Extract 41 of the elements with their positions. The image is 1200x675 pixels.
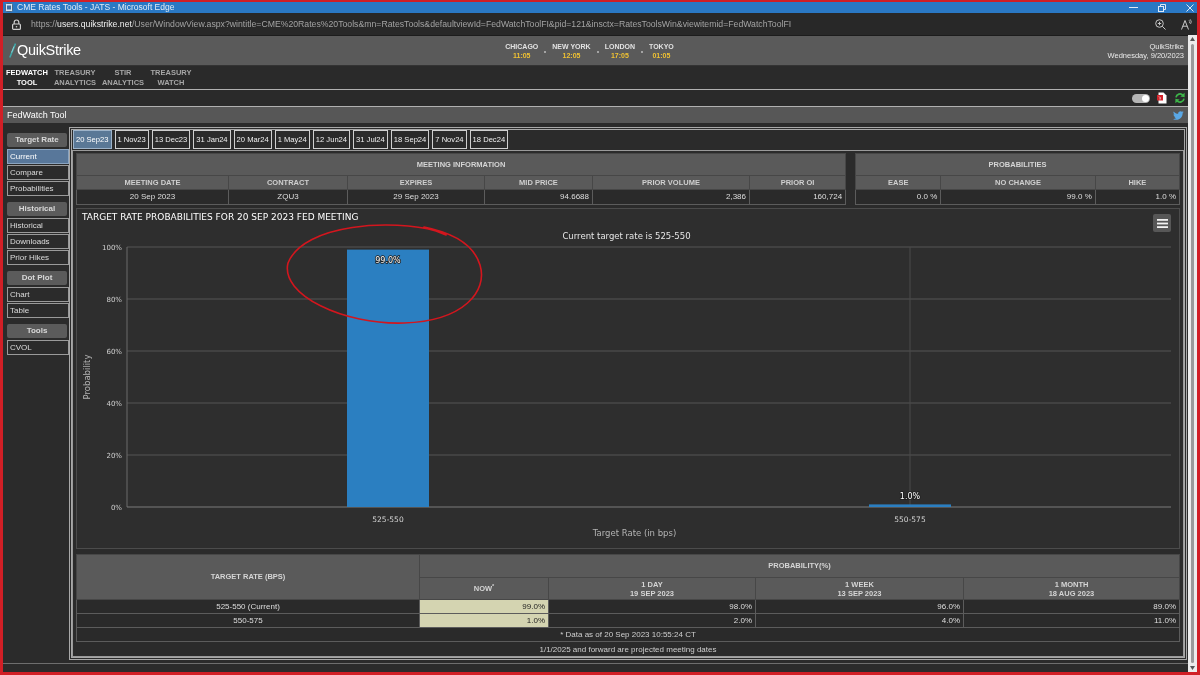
bar-value-label: 99.0% [375,255,401,265]
refresh-icon[interactable] [1174,92,1186,104]
app-logo-text[interactable]: QuikStrike [17,43,81,58]
sidebar-section-header: Target Rate [7,133,67,147]
url-text[interactable]: https://users.quikstrike.net/User/WindowView.aspx?wintitle=CME%20Rates%20Tools&mn=RatesTools&defaultviewId=FedWatchToolFI&pid=121&insctx=RatesToolsWin&viewitemid=FedWatchToolFI [31,19,792,29]
bird-icon[interactable] [1173,110,1184,120]
sidebar-section-header: Dot Plot [7,271,67,285]
page-title: FedWatch Tool [7,110,67,120]
sidebar-section-header: Historical [7,202,67,216]
scrollbar[interactable] [1188,35,1197,672]
chart-menu-button[interactable] [1153,214,1171,232]
sidebar-item[interactable]: Chart [7,287,69,302]
sidebar-item[interactable]: Current [7,149,69,164]
sidebar-item[interactable]: CVOL [7,340,69,355]
sidebar-item[interactable]: Downloads [7,234,69,249]
chart-heading: TARGET RATE PROBABILITIES FOR 20 SEP 2023 FED MEETING [82,212,359,223]
menu-icon [1156,218,1168,228]
restore-icon[interactable] [1158,3,1166,12]
browser-page-icon [5,3,13,12]
close-icon[interactable] [1186,3,1194,12]
sidebar-section-header: Tools [7,324,67,338]
sidebar-item[interactable]: Prior Hikes [7,250,69,265]
sidebar-item[interactable]: Probabilities [7,181,69,196]
scroll-up-arrow-icon[interactable] [1190,37,1195,41]
footnote-text: 1/1/2025 and forward are projected meeting dates [539,645,717,655]
swoosh-icon [9,43,16,58]
sidebar-item[interactable]: Table [7,303,69,318]
sidebar-item[interactable]: Compare [7,165,69,180]
y-axis-title: Probability [82,354,92,400]
scroll-down-arrow-icon[interactable] [1190,666,1195,670]
read-aloud-icon[interactable] [1181,18,1192,30]
chart-title: Current target rate is 525-550 [562,231,691,241]
pdf-icon[interactable] [1157,92,1167,104]
toggle-switch[interactable] [1132,93,1150,103]
x-axis-title: Target Rate (in bps) [592,528,677,538]
window-title: CME Rates Tools - JATS - Microsoft Edge [17,3,175,12]
lock-icon[interactable] [12,18,21,30]
bar-value-label: 1.0% [899,492,921,502]
zoom-in-icon[interactable] [1155,18,1166,30]
scrollbar-thumb[interactable] [1191,44,1194,663]
sidebar-item[interactable]: Historical [7,218,69,233]
